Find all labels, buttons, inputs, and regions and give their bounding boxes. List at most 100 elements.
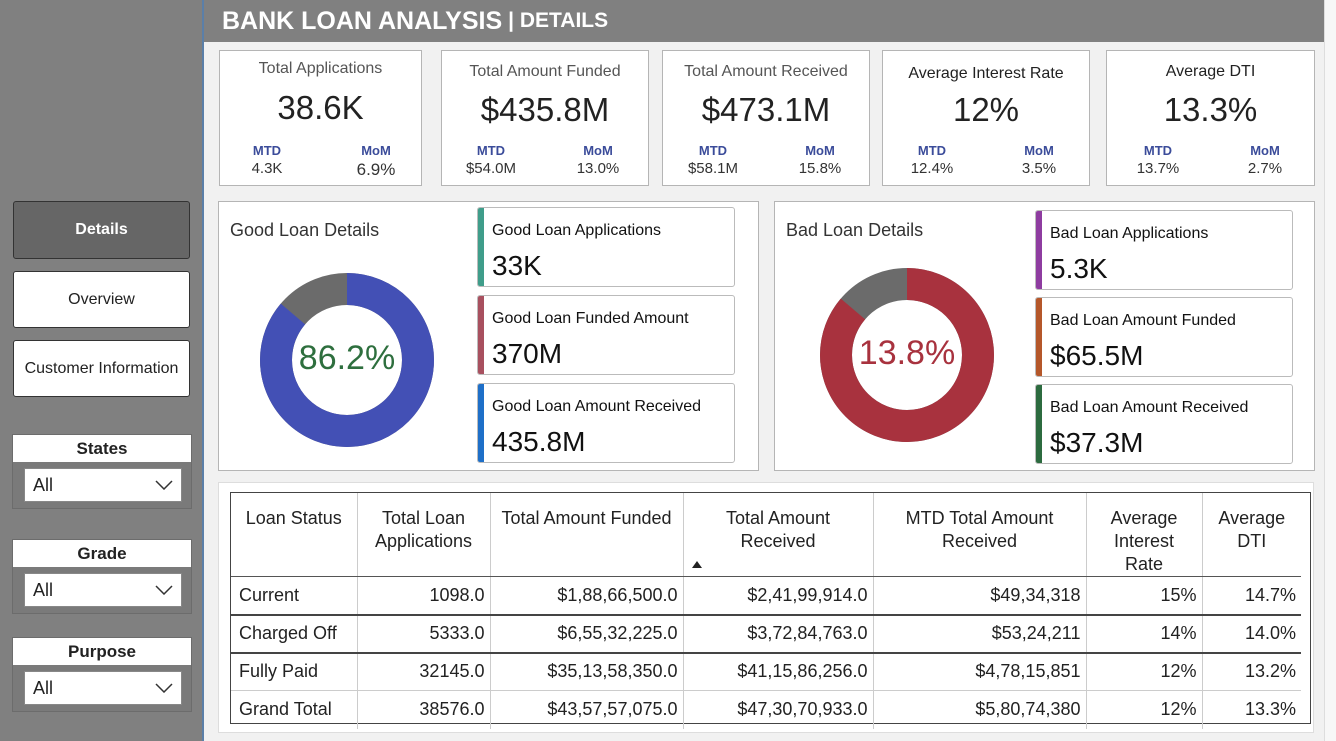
kpi-mom-label: MoM [361,143,391,158]
purpose-dropdown[interactable]: All [24,671,182,705]
cell-total-amount-received: $3,72,84,763.0 [683,614,874,654]
kpi-value: 13.3% [1163,91,1258,128]
col-header-total-amount-received[interactable]: Total Amount Received [683,493,874,577]
nav-overview-button[interactable]: Overview [13,271,190,328]
good-loan-title: Good Loan Details [230,220,380,240]
cell-total-loan-applications: 5333.0 [357,614,491,654]
kpi-mtd: MTD 4.3K [222,143,312,177]
kpi-value: $473.1M [701,91,831,128]
grade-dropdown[interactable]: All [24,573,182,607]
card-accent-bar [478,384,484,462]
kpi-mom-label: MoM [583,143,613,158]
cell-average-dti: 13.2% [1202,652,1301,691]
bad-loan-panel: Bad Loan Details 13.8% Bad Loan Applicat… [774,201,1315,471]
col-header-total-amount-funded[interactable]: Total Amount Funded [490,493,684,577]
card-title: Good Loan Applications [492,222,662,239]
good-loan-panel: Good Loan Details 86.2% Good Loan Applic… [218,201,759,471]
cell-average-interest-rate: 15% [1086,576,1203,616]
cell-average-interest-rate: 14% [1086,614,1203,654]
kpi-mtd-value: $58.1M [687,160,739,177]
sort-ascending-icon [691,561,702,568]
kpi-mtd: MTD $58.1M [668,143,758,177]
card-value: 5.3K [1050,253,1108,284]
kpi-mom-value: 13.0% [576,160,620,177]
bad-loan-donut[interactable]: 13.8% [820,268,994,442]
cell-average-interest-rate: 12% [1086,652,1203,691]
kpi-mom-value: 15.8% [798,160,842,177]
table-header-row: Loan Status Total Loan Applications Tota… [231,493,1301,577]
cell-average-interest-rate: 12% [1086,690,1203,729]
page-title: BANK LOAN ANALYSIS [222,6,503,35]
nav-customer-information-button[interactable]: Customer Information [13,340,190,397]
kpi-average-dti: Average DTI 13.3% MTD 13.7% MoM 2.7% [1106,50,1315,186]
bad-loan-amount-received-card: Bad Loan Amount Received $37.3M [1035,384,1293,464]
card-value: $37.3M [1050,427,1144,458]
kpi-mtd-value: $54.0M [465,160,517,177]
cell-total-amount-funded: $1,88,66,500.0 [490,576,684,616]
cell-total-amount-funded: $35,13,58,350.0 [490,652,684,691]
col-header-average-dti[interactable]: Average DTI [1202,493,1301,577]
nav-customer-label: Customer Information [24,359,179,377]
cell-total-amount-received: $47,30,70,933.0 [683,690,874,729]
cell-loan-status: Grand Total [231,690,358,729]
good-loan-amount-received-card: Good Loan Amount Received 435.8M [477,383,735,463]
kpi-mom: MoM 6.9% [331,143,421,180]
kpi-mom-label: MoM [1250,143,1280,158]
col-header-total-loan-applications[interactable]: Total Loan Applications [357,493,491,577]
cell-average-dti: 14.0% [1202,614,1301,654]
card-accent-bar [478,296,484,374]
kpi-mom-value: 2.7% [1247,160,1283,177]
kpi-average-interest-rate: Average Interest Rate 12% MTD 12.4% MoM 3.… [882,50,1090,186]
chevron-down-icon [155,480,173,490]
kpi-mom-value: 3.5% [1021,160,1057,177]
purpose-dropdown-value: All [33,677,54,698]
chevron-down-icon [155,585,173,595]
nav-details-button[interactable]: Details [13,201,190,259]
kpi-mtd-label: MTD [917,143,947,158]
card-value: $65.5M [1050,340,1144,371]
kpi-mtd-label: MTD [1143,143,1173,158]
kpi-mtd-value: 12.4% [910,160,954,177]
kpi-mtd-label: MTD [698,143,728,158]
cell-average-dti: 13.3% [1244,699,1296,720]
page-header: BANK LOAN ANALYSIS | DETAILS [204,0,1324,42]
kpi-mom: MoM 3.5% [994,143,1084,177]
table-total-row: Grand Total 38576.0 $43,57,57,075.0 $47,… [231,690,1301,729]
kpi-mtd-value: 13.7% [1136,160,1180,177]
grade-dropdown-value: All [33,579,54,600]
cell-total-amount-funded: $6,55,32,225.0 [490,614,684,654]
cell-loan-status: Current [231,576,358,616]
nav-details-label: Details [75,221,128,238]
table-row: Fully Paid 32145.0 $35,13,58,350.0 $41,1… [231,652,1301,691]
kpi-mom: MoM 2.7% [1220,143,1310,177]
good-loan-funded-amount-card: Good Loan Funded Amount 370M [477,295,735,375]
table-row: Current 1098.0 $1,88,66,500.0 $2,41,99,9… [231,576,1301,616]
table-row: Charged Off 5333.0 $6,55,32,225.0 $3,72,… [231,614,1301,654]
col-header-loan-status[interactable]: Loan Status [231,493,358,577]
kpi-mom-label: MoM [805,143,835,158]
cell-mtd-total-amount-received: $53,24,211 [873,614,1087,654]
good-loan-donut[interactable]: 86.2% [260,273,434,447]
loan-status-table: Loan Status Total Loan Applications Tota… [231,493,1301,729]
kpi-mom-value: 6.9% [356,160,396,179]
kpi-mom: MoM 13.0% [553,143,643,177]
col-header-average-interest-rate[interactable]: Average Interest Rate [1086,493,1203,577]
kpi-mtd-label: MTD [476,143,506,158]
card-title: Good Loan Funded Amount [492,310,689,327]
states-dropdown[interactable]: All [24,468,182,502]
kpi-value: 38.6K [277,89,364,126]
bad-loan-amount-funded-card: Bad Loan Amount Funded $65.5M [1035,297,1293,377]
card-title: Bad Loan Amount Funded [1050,312,1236,329]
bad-loan-percent: 13.8% [858,334,956,372]
bad-loan-title: Bad Loan Details [786,220,924,240]
cell-loan-status: Charged Off [231,614,358,654]
cell-total-loan-applications: 38576.0 [357,690,491,729]
card-accent-bar [478,208,484,286]
card-value: 33K [492,250,542,281]
card-title: Bad Loan Applications [1050,225,1209,242]
vertical-scrollbar[interactable] [1324,0,1336,741]
kpi-value: 12% [952,91,1020,128]
nav-overview-label: Overview [68,290,135,308]
cell-total-amount-funded: $43,57,57,075.0 [490,690,684,729]
col-header-mtd-total-amount-received[interactable]: MTD Total Amount Received [873,493,1087,577]
